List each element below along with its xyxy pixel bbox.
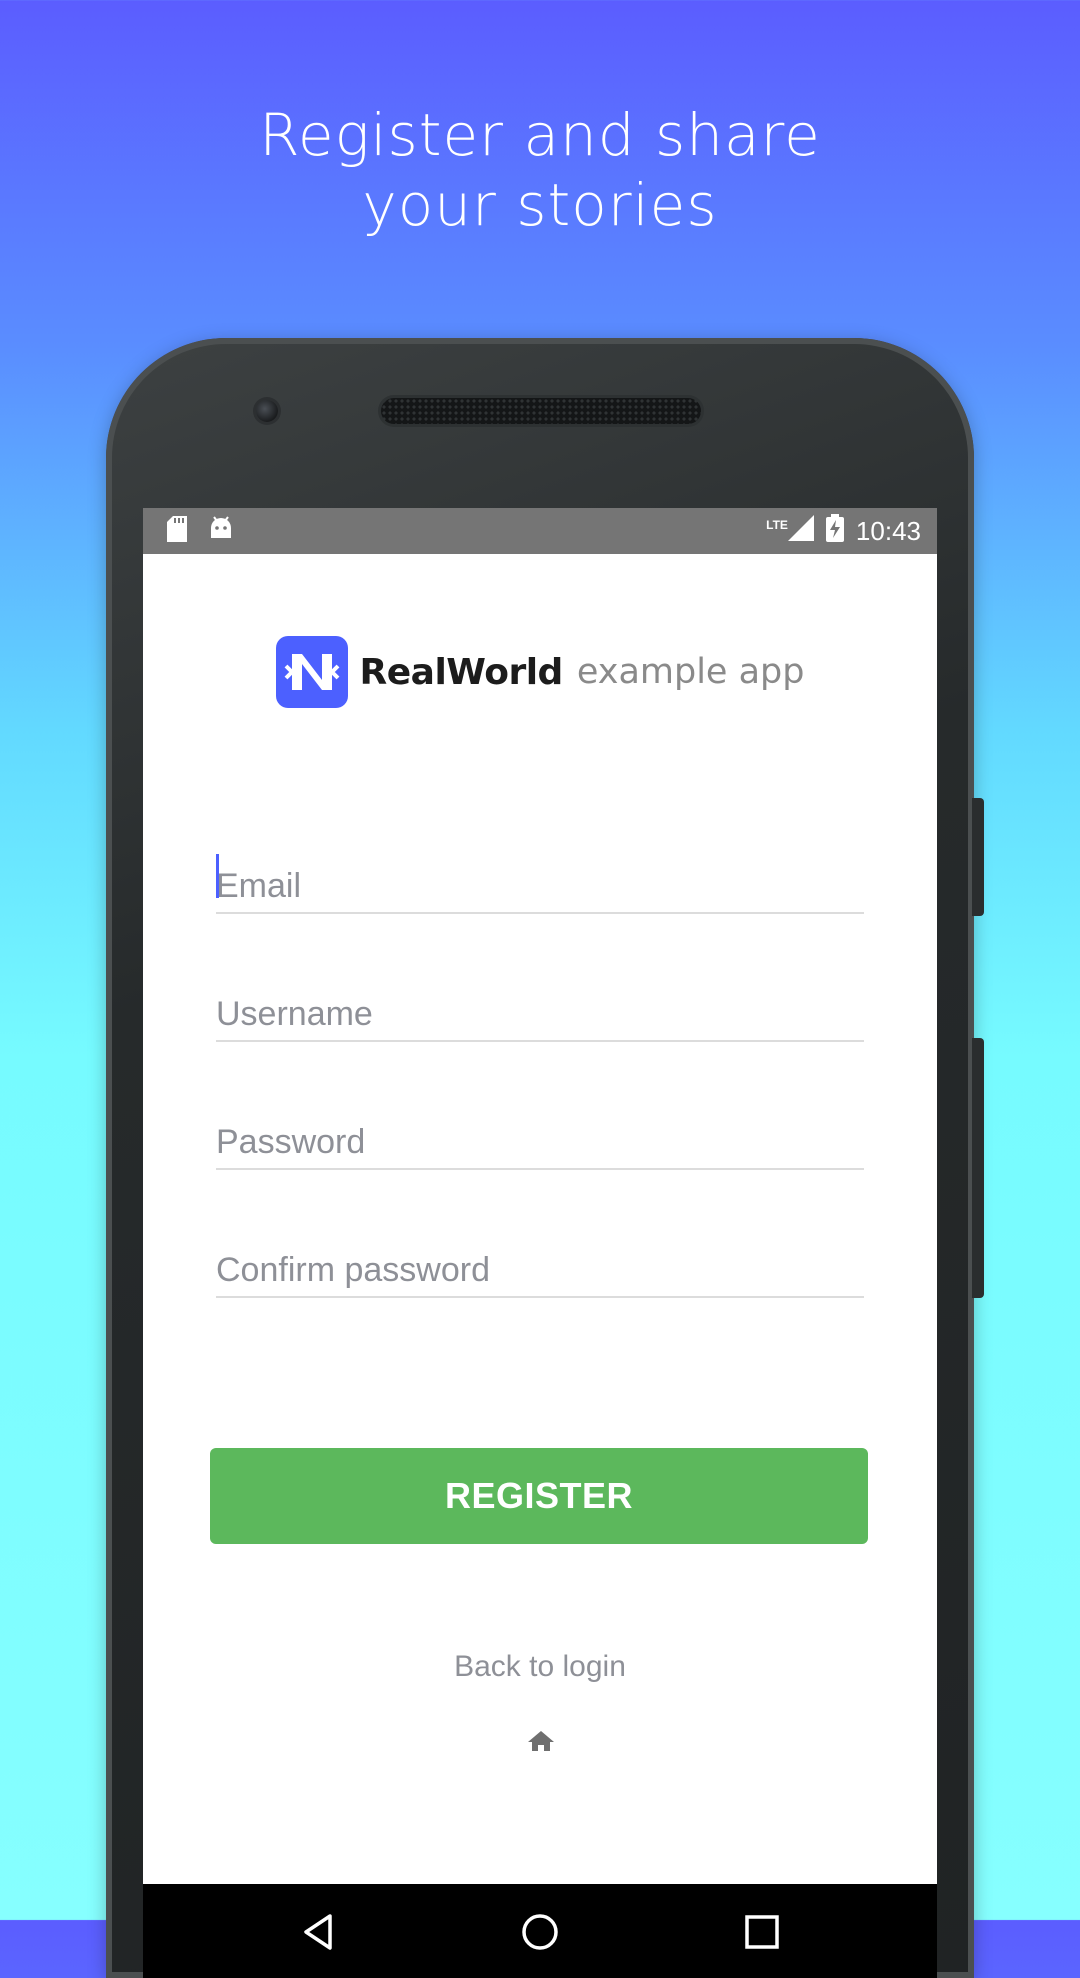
signal-icon bbox=[787, 515, 814, 548]
network-type: LTE bbox=[766, 517, 788, 532]
home-icon[interactable] bbox=[518, 1910, 562, 1954]
register-button[interactable]: REGISTER bbox=[210, 1448, 868, 1544]
logo-text-bold: RealWorld bbox=[359, 651, 564, 693]
battery-charging-icon bbox=[825, 514, 844, 549]
email-field-container bbox=[216, 848, 864, 914]
android-nav-bar bbox=[143, 1884, 937, 1978]
recents-icon[interactable] bbox=[740, 1910, 784, 1954]
confirm-password-field-container bbox=[216, 1232, 864, 1298]
back-icon[interactable] bbox=[298, 1910, 342, 1954]
earpiece-speaker bbox=[381, 398, 701, 424]
headline-line-1: Register and share bbox=[259, 101, 821, 169]
password-field[interactable] bbox=[216, 1123, 864, 1162]
promo-headline: Register and share your stories bbox=[0, 100, 1080, 240]
logo-mark-icon bbox=[275, 636, 348, 708]
phone-side-button bbox=[972, 798, 984, 916]
phone-frame: LTE 10:43 RealWorld example app Email Us… bbox=[106, 338, 984, 1978]
logo-text-light: example app bbox=[576, 652, 805, 692]
email-field[interactable] bbox=[216, 867, 864, 906]
password-field-container bbox=[216, 1104, 864, 1170]
headline-line-2: your stories bbox=[362, 171, 718, 239]
home-icon[interactable] bbox=[527, 1730, 555, 1752]
username-field-container bbox=[216, 976, 864, 1042]
back-to-login-link[interactable]: Back to login bbox=[143, 1650, 937, 1684]
phone-volume-button bbox=[972, 1038, 984, 1298]
status-bar: LTE 10:43 bbox=[143, 508, 937, 554]
confirm-password-field[interactable] bbox=[216, 1251, 864, 1290]
app-screen: LTE 10:43 RealWorld example app Email Us… bbox=[143, 508, 937, 1978]
front-camera bbox=[256, 400, 278, 422]
username-field[interactable] bbox=[216, 995, 864, 1034]
app-logo: RealWorld example app bbox=[143, 636, 937, 708]
text-cursor bbox=[216, 854, 219, 898]
sd-card-icon bbox=[167, 516, 187, 547]
clock: 10:43 bbox=[855, 516, 921, 546]
android-icon bbox=[209, 516, 233, 547]
